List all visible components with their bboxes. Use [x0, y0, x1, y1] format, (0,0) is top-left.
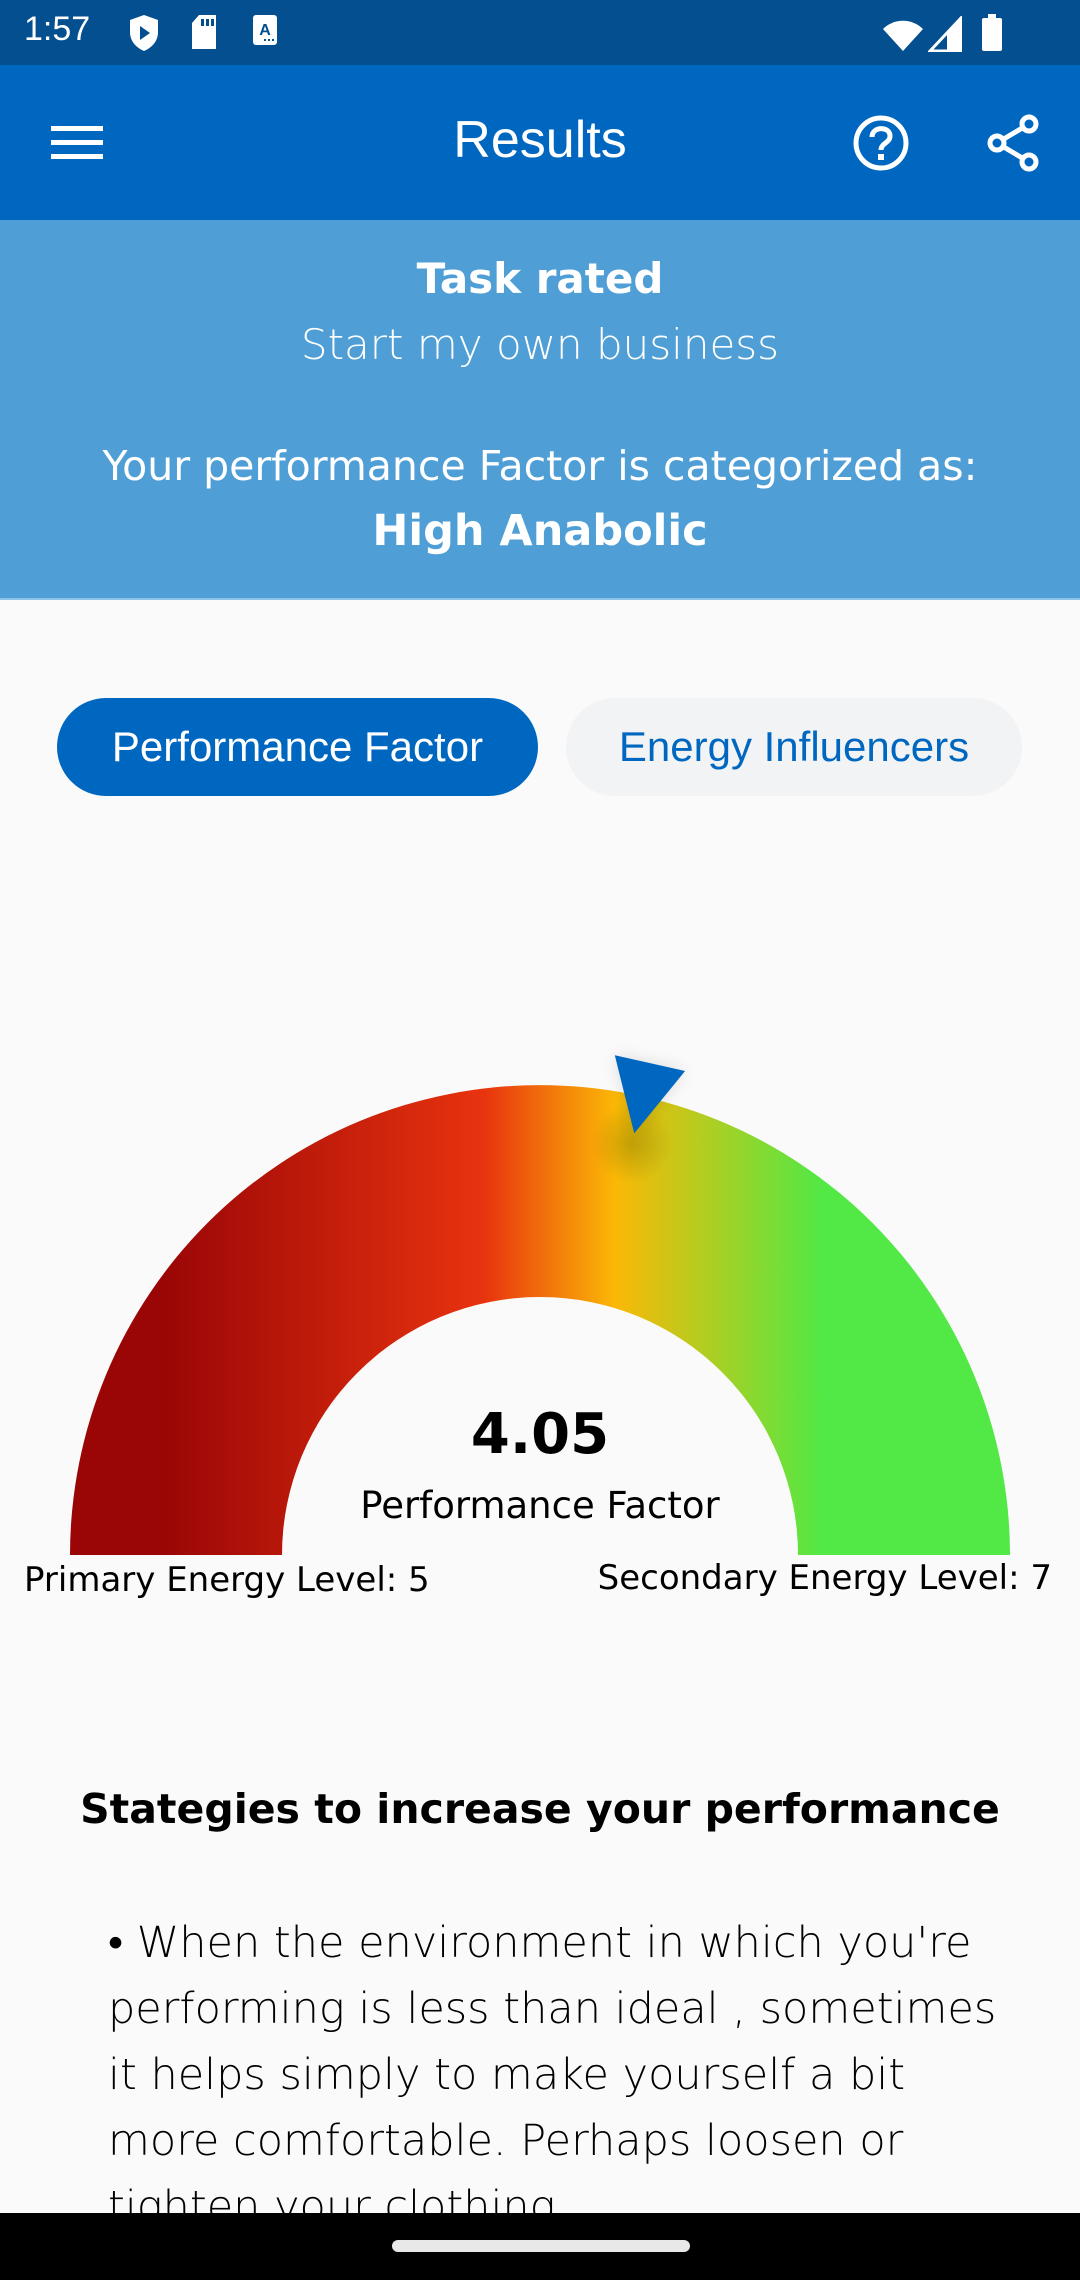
tab-energy-influencers[interactable]: Energy Influencers: [566, 698, 1022, 796]
result-banner: Task rated Start my own business Your pe…: [0, 220, 1080, 600]
strategy-item: • When the environment in which you're p…: [108, 1918, 997, 2232]
home-gesture-handle[interactable]: [392, 2240, 690, 2252]
secondary-energy-level: Secondary Energy Level: 7: [597, 1558, 1052, 1598]
share-button[interactable]: [973, 105, 1053, 185]
help-button[interactable]: [841, 105, 921, 185]
svg-text:A: A: [259, 22, 271, 39]
task-name: Start my own business: [300, 320, 780, 369]
primary-energy-level: Primary Energy Level: 5: [24, 1560, 430, 1600]
category-label: Your performance Factor is categorized a…: [102, 442, 978, 490]
battery-icon: [981, 14, 1003, 56]
wifi-icon: [882, 20, 924, 56]
strategies-heading: Stategies to increase your performance: [80, 1785, 1000, 1833]
task-rated-label: Task rated: [416, 254, 664, 303]
status-time: 1:57: [24, 10, 91, 48]
cell-signal-icon: [926, 14, 963, 56]
accessibility-a-icon: A: [252, 14, 278, 50]
category-value: High Anabolic: [372, 506, 708, 556]
performance-label: Performance Factor: [360, 1484, 720, 1527]
tab-performance-factor[interactable]: Performance Factor: [57, 698, 538, 796]
help-circle-icon: [852, 114, 910, 176]
play-shield-icon: [128, 14, 160, 56]
status-bar: 1:57 A: [0, 0, 1080, 65]
app-toolbar: Results: [0, 65, 1080, 220]
sd-card-icon: [190, 14, 218, 54]
share-icon: [985, 114, 1041, 176]
performance-value: 4.05: [470, 1402, 610, 1467]
performance-gauge: [70, 1055, 1010, 1555]
